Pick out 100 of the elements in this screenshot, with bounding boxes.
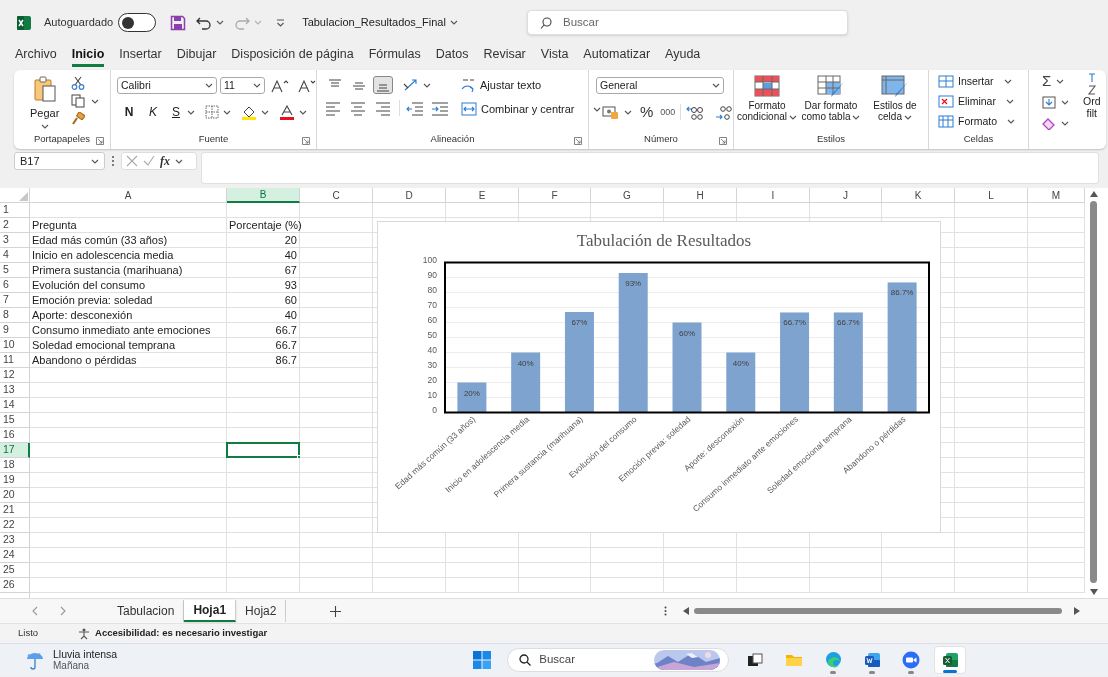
chevron-down-icon[interactable] bbox=[1007, 119, 1016, 124]
table-cell[interactable] bbox=[955, 473, 1028, 488]
table-cell[interactable] bbox=[955, 383, 1028, 398]
increase-decimal-icon[interactable] bbox=[686, 104, 704, 120]
chevron-down-icon[interactable] bbox=[223, 109, 231, 115]
paste-icon[interactable] bbox=[32, 76, 57, 102]
table-cell[interactable] bbox=[955, 353, 1028, 368]
row-header[interactable]: 20 bbox=[0, 488, 30, 503]
table-cell[interactable] bbox=[300, 548, 373, 563]
menu-tab[interactable]: Automatizar bbox=[583, 45, 651, 67]
row-header[interactable]: 12 bbox=[0, 368, 30, 383]
chevron-down-icon[interactable] bbox=[712, 83, 720, 88]
table-cell[interactable] bbox=[955, 278, 1028, 293]
align-center-icon[interactable] bbox=[350, 100, 368, 116]
eraser-icon[interactable] bbox=[1042, 117, 1056, 130]
search-input[interactable]: Buscar bbox=[563, 13, 813, 32]
chart-background[interactable] bbox=[377, 221, 941, 533]
table-cell[interactable] bbox=[30, 578, 227, 593]
column-header[interactable]: F bbox=[519, 188, 591, 203]
column-header[interactable]: I bbox=[737, 188, 810, 203]
menu-tab[interactable]: Vista bbox=[540, 45, 569, 67]
column-header[interactable]: K bbox=[882, 188, 955, 203]
chevron-down-icon[interactable] bbox=[205, 83, 213, 88]
column-header[interactable]: A bbox=[30, 188, 227, 203]
table-cell[interactable] bbox=[955, 308, 1028, 323]
chevron-down-icon[interactable] bbox=[40, 123, 49, 129]
orientation-icon[interactable] bbox=[403, 78, 419, 92]
table-cell[interactable] bbox=[955, 248, 1028, 263]
dialog-launcher-icon[interactable] bbox=[96, 137, 104, 145]
row-header[interactable]: 19 bbox=[0, 473, 30, 488]
thousands-separator-button[interactable]: 000 bbox=[660, 105, 676, 119]
table-cell[interactable] bbox=[519, 563, 591, 578]
row-header[interactable]: 15 bbox=[0, 413, 30, 428]
menu-tab[interactable]: Disposición de página bbox=[231, 45, 354, 67]
table-cell[interactable] bbox=[810, 203, 882, 218]
chevron-down-icon[interactable] bbox=[1056, 79, 1065, 84]
table-cell[interactable] bbox=[300, 368, 373, 383]
row-header[interactable]: 22 bbox=[0, 518, 30, 533]
scrollbar-thumb[interactable] bbox=[1090, 201, 1097, 583]
dialog-launcher-icon[interactable] bbox=[719, 137, 727, 145]
chevron-down-icon[interactable] bbox=[216, 20, 225, 25]
table-cell[interactable] bbox=[519, 203, 591, 218]
table-cell[interactable] bbox=[227, 398, 300, 413]
table-cell[interactable] bbox=[300, 503, 373, 518]
table-cell[interactable] bbox=[737, 548, 810, 563]
table-cell[interactable] bbox=[30, 518, 227, 533]
table-cell[interactable] bbox=[955, 218, 1028, 233]
decrease-font-icon[interactable] bbox=[298, 78, 316, 93]
table-cell[interactable] bbox=[30, 458, 227, 473]
table-cell[interactable] bbox=[882, 578, 955, 593]
cut-icon[interactable] bbox=[71, 76, 86, 90]
table-cell[interactable] bbox=[227, 203, 300, 218]
table-cell[interactable] bbox=[373, 548, 446, 563]
table-cell[interactable] bbox=[955, 518, 1028, 533]
table-cell[interactable] bbox=[955, 368, 1028, 383]
menu-tab[interactable]: Dibujar bbox=[176, 45, 217, 67]
row-header[interactable]: 25 bbox=[0, 563, 30, 578]
table-cell[interactable]: 66.7 bbox=[227, 338, 300, 353]
table-cell[interactable]: Inicio en adolescencia media bbox=[30, 248, 227, 263]
table-cell[interactable] bbox=[227, 578, 300, 593]
font-size-dropdown[interactable]: 11 bbox=[220, 77, 265, 94]
table-cell[interactable] bbox=[227, 368, 300, 383]
table-cell[interactable] bbox=[300, 248, 373, 263]
table-cell[interactable] bbox=[955, 533, 1028, 548]
row-header[interactable]: 2 bbox=[0, 218, 30, 233]
add-sheet-icon[interactable] bbox=[330, 605, 342, 617]
increase-indent-icon[interactable] bbox=[431, 100, 449, 116]
table-cell[interactable] bbox=[30, 503, 227, 518]
style-button[interactable]: Formato condicional bbox=[735, 74, 799, 122]
table-cell[interactable] bbox=[664, 548, 737, 563]
table-cell[interactable] bbox=[955, 203, 1028, 218]
row-header[interactable]: 18 bbox=[0, 458, 30, 473]
table-cell[interactable] bbox=[955, 323, 1028, 338]
table-cell[interactable] bbox=[300, 398, 373, 413]
table-cell[interactable] bbox=[664, 563, 737, 578]
table-cell[interactable] bbox=[300, 473, 373, 488]
table-cell[interactable]: 40 bbox=[227, 308, 300, 323]
font-name-dropdown[interactable]: Calibri bbox=[117, 77, 217, 94]
accessibility-icon[interactable] bbox=[78, 627, 92, 640]
align-left-icon[interactable] bbox=[325, 100, 343, 116]
table-cell[interactable] bbox=[882, 563, 955, 578]
copy-icon[interactable] bbox=[71, 94, 86, 108]
increase-font-icon[interactable] bbox=[271, 78, 289, 93]
weather-condition[interactable]: Lluvia intensa bbox=[53, 647, 118, 660]
table-cell[interactable] bbox=[300, 278, 373, 293]
file-name[interactable]: Tabulacion_Resultados_Final bbox=[302, 14, 446, 31]
table-cell[interactable] bbox=[591, 548, 664, 563]
more-options-icon[interactable] bbox=[664, 606, 668, 616]
horizontal-scrollbar-thumb[interactable] bbox=[694, 608, 1063, 614]
row-header[interactable]: 10 bbox=[0, 338, 30, 353]
table-cell[interactable] bbox=[955, 293, 1028, 308]
row-header[interactable]: 1 bbox=[0, 203, 30, 218]
chevron-down-icon[interactable] bbox=[789, 114, 797, 120]
table-cell[interactable] bbox=[227, 533, 300, 548]
chevron-down-icon[interactable] bbox=[449, 20, 458, 25]
chevron-down-icon[interactable] bbox=[1005, 99, 1014, 104]
table-cell[interactable] bbox=[300, 443, 373, 458]
table-cell[interactable]: 66.7 bbox=[227, 323, 300, 338]
table-cell[interactable] bbox=[955, 398, 1028, 413]
table-cell[interactable] bbox=[373, 563, 446, 578]
